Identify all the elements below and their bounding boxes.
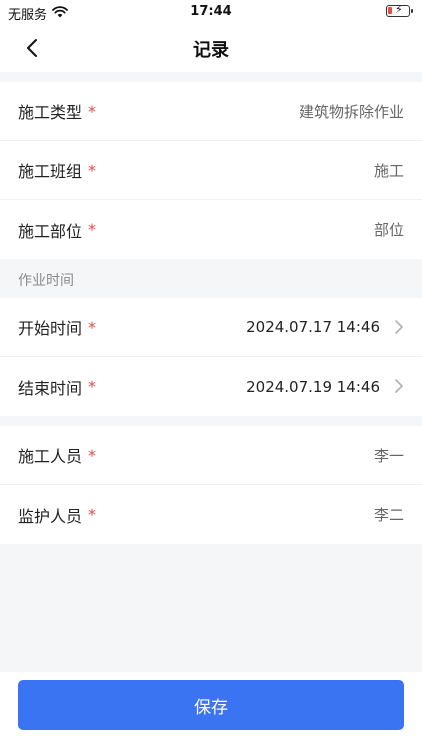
- required-mark: *: [88, 317, 97, 337]
- charging-icon: ⚡: [395, 3, 403, 16]
- section-label-work-time: 作业时间: [18, 273, 74, 289]
- required-mark: *: [88, 505, 97, 524]
- required-mark: *: [88, 101, 97, 121]
- field-construction-type[interactable]: 施工类型 * 建筑物拆除作业: [0, 82, 422, 141]
- chevron-right-icon: [395, 379, 403, 393]
- field-value: 建筑物拆除作业: [298, 102, 404, 121]
- save-button[interactable]: 保存: [18, 680, 404, 730]
- field-label: 监护人员: [18, 506, 83, 526]
- required-mark: *: [88, 377, 97, 396]
- form-group-time: 开始时间 * 2024.07.17 14:46 结束时间 * 2024.07.1…: [0, 298, 422, 416]
- field-value: 部位: [373, 221, 404, 239]
- chevron-right-icon: [395, 320, 403, 334]
- required-mark: *: [88, 220, 97, 239]
- bottom-bar: 保存: [0, 672, 422, 750]
- field-label: 施工人员: [18, 447, 83, 466]
- field-supervisor[interactable]: 监护人员 * 李二: [0, 485, 422, 544]
- field-value: 李一: [373, 446, 404, 465]
- required-mark: *: [88, 445, 97, 465]
- gap-strip: [0, 72, 422, 82]
- field-start-time[interactable]: 开始时间 * 2024.07.17 14:46: [0, 298, 422, 357]
- field-label: 结束时间: [18, 378, 83, 398]
- field-label: 开始时间: [18, 319, 83, 338]
- field-value: 2024.07.19 14:46: [246, 377, 380, 396]
- field-label: 施工班组: [18, 162, 83, 181]
- status-bar: 无服务 17:44 ⚡: [0, 0, 422, 24]
- form-group-basic: 施工类型 * 建筑物拆除作业 施工班组 * 施工 施工部位 * 部位: [0, 82, 422, 259]
- field-construction-team[interactable]: 施工班组 * 施工: [0, 141, 422, 200]
- status-right: ⚡: [386, 3, 413, 17]
- field-end-time[interactable]: 结束时间 * 2024.07.19 14:46: [0, 357, 422, 416]
- field-construction-location[interactable]: 施工部位 * 部位: [0, 200, 422, 259]
- form-group-personnel: 施工人员 * 李一 监护人员 * 李二: [0, 426, 422, 544]
- field-value: 施工: [373, 161, 404, 180]
- field-value: 2024.07.17 14:46: [246, 318, 380, 336]
- field-value: 李二: [373, 506, 404, 524]
- nav-bar: 记录: [0, 24, 422, 72]
- field-construction-personnel[interactable]: 施工人员 * 李一: [0, 426, 422, 485]
- status-time: 17:44: [190, 4, 232, 19]
- field-label: 施工类型: [18, 103, 83, 122]
- battery-icon: ⚡: [386, 3, 413, 17]
- screen: 无服务 17:44 ⚡ 记录 施工类型 * 建筑物拆除作业 施工班组 * 施工 …: [0, 0, 422, 750]
- field-label: 施工部位: [18, 221, 83, 241]
- page-title: 记录: [193, 40, 229, 61]
- required-mark: *: [88, 160, 97, 180]
